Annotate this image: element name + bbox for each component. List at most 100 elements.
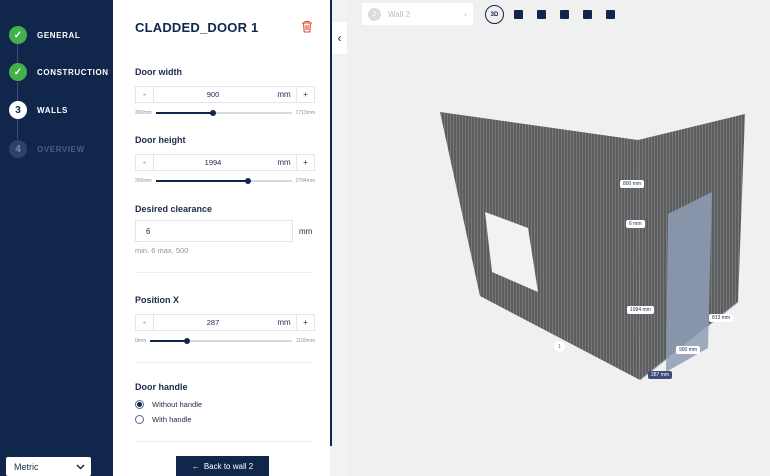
clearance-input[interactable]: 6	[135, 220, 293, 242]
decrement-button[interactable]: -	[136, 155, 154, 170]
chevron-left-icon[interactable]: ‹	[464, 10, 467, 19]
chevron-down-icon	[76, 463, 85, 470]
door-handle-label: Door handle	[135, 382, 188, 392]
slider-thumb[interactable]	[183, 338, 190, 344]
unit-system-select[interactable]: Metric	[6, 457, 91, 476]
door-width-label: Door width	[135, 67, 182, 77]
step-number: 3	[9, 101, 27, 119]
step-connector	[17, 119, 18, 139]
step-connector	[17, 82, 18, 102]
divider	[135, 272, 313, 273]
door-width-input[interactable]: - 900 mm +	[135, 86, 315, 103]
step-construction[interactable]: ✓ CONSTRUCTION	[9, 63, 109, 81]
view-front-button[interactable]	[509, 5, 528, 24]
step-sidebar: ✓ GENERAL ✓ CONSTRUCTION 3 WALLS 4 OVERV…	[0, 0, 113, 476]
door-width-slider[interactable]: 300mm 1713mm	[135, 109, 315, 117]
radio-button[interactable]	[135, 415, 144, 424]
position-x-input[interactable]: - 287 mm +	[135, 314, 315, 331]
view-right-button[interactable]	[578, 5, 597, 24]
view-left-button[interactable]	[555, 5, 574, 24]
radio-with-handle[interactable]: With handle	[135, 415, 192, 424]
step-number: 4	[9, 140, 27, 158]
cube-left-icon	[560, 10, 569, 19]
clearance-hint: min. 6 max. 500	[135, 246, 189, 255]
3d-viewport[interactable]: 800 mm 6 mm 1994 mm 900 mm 287 mm 813 mm…	[347, 0, 770, 476]
divider	[135, 362, 313, 363]
clearance-label: Desired clearance	[135, 204, 213, 214]
panel-border	[330, 0, 332, 446]
slider-fill	[150, 340, 187, 342]
position-x-value[interactable]: 287	[154, 318, 272, 327]
decrement-button[interactable]: -	[136, 315, 154, 330]
slider-thumb[interactable]	[209, 110, 216, 116]
divider	[135, 441, 313, 442]
cube-right-icon	[583, 10, 592, 19]
door-height-input[interactable]: - 1994 mm +	[135, 154, 315, 171]
step-general[interactable]: ✓ GENERAL	[9, 26, 80, 44]
wall-tab[interactable]: 2 Wall 2 ‹	[362, 3, 473, 25]
increment-button[interactable]: +	[296, 87, 314, 102]
step-connector	[17, 44, 18, 64]
view-3d-label: 3D	[490, 11, 499, 18]
unit-label: mm	[277, 158, 291, 167]
clearance-value: 6	[146, 226, 151, 236]
wall-3d-scene	[440, 112, 745, 381]
radio-button[interactable]	[135, 400, 144, 409]
step-label: OVERVIEW	[37, 144, 85, 154]
radio-label: With handle	[152, 415, 192, 424]
slider-thumb[interactable]	[245, 178, 252, 184]
unit-label: mm	[277, 318, 291, 327]
step-label: CONSTRUCTION	[37, 67, 109, 77]
check-icon: ✓	[9, 63, 27, 81]
decrement-button[interactable]: -	[136, 87, 154, 102]
unit-label: mm	[299, 227, 313, 236]
slider-track[interactable]	[155, 178, 292, 184]
radio-without-handle[interactable]: Without handle	[135, 400, 202, 409]
view-back-button[interactable]	[532, 5, 551, 24]
step-label: WALLS	[37, 105, 68, 115]
door-settings-panel: CLADDED_DOOR 1 Door width - 900 mm + 300…	[113, 0, 330, 476]
cube-top-icon	[606, 10, 615, 19]
door-height-slider[interactable]: 300mm 2794mm	[135, 177, 315, 185]
chevron-left-icon: ‹	[337, 31, 342, 45]
arrow-left-icon: ←	[191, 461, 200, 471]
dimension-label: 900 mm	[676, 346, 701, 354]
slider-fill	[155, 112, 213, 114]
wall-tab-label: Wall 2	[388, 9, 410, 19]
increment-button[interactable]: +	[296, 155, 314, 170]
slider-min: 300mm	[135, 178, 152, 184]
door-width-value[interactable]: 900	[154, 90, 272, 99]
slider-track[interactable]	[150, 338, 292, 344]
wall-left-face	[440, 112, 640, 380]
view-top-button[interactable]	[601, 5, 620, 24]
trash-icon[interactable]	[301, 20, 313, 33]
wall-number: 2	[368, 7, 381, 21]
back-to-wall-button[interactable]: ← Back to wall 2	[176, 456, 269, 476]
view-3d-button[interactable]: 3D	[485, 5, 504, 24]
step-label: GENERAL	[37, 30, 81, 40]
back-button-label: Back to wall 2	[203, 461, 254, 471]
position-x-slider[interactable]: 0mm 1100mm	[135, 337, 315, 345]
panel-title: CLADDED_DOOR 1	[135, 20, 259, 35]
slider-fill	[155, 180, 249, 182]
door-shape[interactable]	[666, 192, 712, 372]
dimension-label: 800 mm	[620, 180, 645, 188]
dimension-label: 813 mm	[709, 314, 734, 322]
slider-track[interactable]	[155, 110, 292, 116]
step-overview[interactable]: 4 OVERVIEW	[9, 140, 85, 158]
collapse-panel-button[interactable]: ‹	[332, 22, 347, 54]
wall-marker[interactable]: 1	[554, 341, 565, 352]
dimension-label: 287 mm	[648, 371, 673, 379]
dimension-label: 1994 mm	[627, 306, 654, 314]
slider-min: 300mm	[135, 110, 152, 116]
unit-label: mm	[277, 90, 291, 99]
door-height-value[interactable]: 1994	[154, 158, 272, 167]
increment-button[interactable]: +	[296, 315, 314, 330]
position-x-label: Position X	[135, 295, 180, 305]
door-height-label: Door height	[135, 135, 186, 145]
cube-back-icon	[537, 10, 546, 19]
unit-system-value: Metric	[14, 461, 39, 472]
slider-max: 1100mm	[295, 338, 315, 344]
dimension-label: 6 mm	[626, 220, 645, 228]
step-walls[interactable]: 3 WALLS	[9, 101, 68, 119]
